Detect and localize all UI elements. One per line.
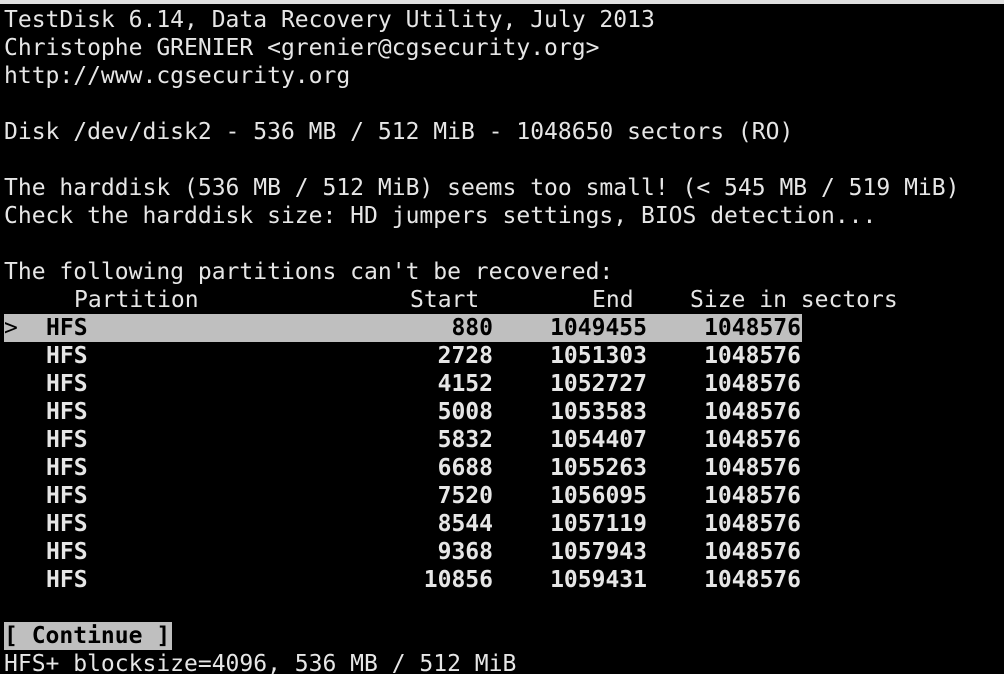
- partition-type: HFS: [46, 343, 88, 369]
- partition-size: 1048576: [704, 315, 801, 341]
- partition-end: 1056095: [550, 483, 647, 509]
- partition-start: 8544: [437, 511, 493, 537]
- partition-size: 1048576: [704, 567, 801, 593]
- partition-start: 5008: [437, 399, 493, 425]
- partition-type: HFS: [46, 315, 88, 341]
- partition-type: HFS: [46, 399, 88, 425]
- partition-size: 1048576: [704, 427, 801, 453]
- partition-size: 1048576: [704, 371, 801, 397]
- partition-end: 1053583: [550, 399, 647, 425]
- partition-type: HFS: [46, 539, 88, 565]
- website-link: http://www.cgsecurity.org: [4, 63, 351, 89]
- continue-button[interactable]: [ Continue ]: [4, 622, 173, 650]
- column-header-start: Start: [410, 287, 480, 313]
- table-row[interactable]: HFS 8544 1057119 1048576: [4, 510, 802, 538]
- author-line: Christophe GRENIER <grenier@cgsecurity.o…: [4, 35, 600, 61]
- partition-end: 1057943: [550, 539, 647, 565]
- partition-type: HFS: [46, 483, 88, 509]
- table-row[interactable]: HFS 9368 1057943 1048576: [4, 538, 802, 566]
- partition-start: 5832: [437, 427, 493, 453]
- window-top-border: [0, 0, 1004, 4]
- row-selector: >: [4, 315, 18, 341]
- size-warning: The harddisk (536 MB / 512 MiB) seems to…: [4, 175, 960, 201]
- partition-size: 1048576: [704, 343, 801, 369]
- size-hint: Check the harddisk size: HD jumpers sett…: [4, 203, 877, 229]
- partition-size: 1048576: [704, 539, 801, 565]
- partition-end: 1051303: [550, 343, 647, 369]
- table-row[interactable]: HFS 2728 1051303 1048576: [4, 342, 802, 370]
- partition-type: HFS: [46, 455, 88, 481]
- table-row[interactable]: HFS 7520 1056095 1048576: [4, 482, 802, 510]
- partition-start: 6688: [437, 455, 493, 481]
- partition-size: 1048576: [704, 511, 801, 537]
- partition-end: 1054407: [550, 427, 647, 453]
- column-header-partition: Partition: [74, 287, 199, 313]
- column-header-size: Size in sectors: [690, 287, 898, 313]
- status-line: HFS+ blocksize=4096, 536 MB / 512 MiB: [4, 651, 517, 674]
- partition-end: 1055263: [550, 455, 647, 481]
- partition-type: HFS: [46, 371, 88, 397]
- partition-start: 2728: [437, 343, 493, 369]
- partition-type: HFS: [46, 511, 88, 537]
- partition-size: 1048576: [704, 455, 801, 481]
- table-row[interactable]: HFS 6688 1055263 1048576: [4, 454, 802, 482]
- table-header: Partition Start End Size in sectors: [4, 286, 898, 314]
- partition-type: HFS: [46, 567, 88, 593]
- partition-end: 1049455: [550, 315, 647, 341]
- partition-size: 1048576: [704, 399, 801, 425]
- partition-start: 4152: [437, 371, 493, 397]
- partition-start: 880: [451, 315, 493, 341]
- partition-size: 1048576: [704, 483, 801, 509]
- terminal-window: TestDisk 6.14, Data Recovery Utility, Ju…: [0, 0, 1004, 674]
- table-row[interactable]: HFS 4152 1052727 1048576: [4, 370, 802, 398]
- partition-start: 9368: [437, 539, 493, 565]
- partition-start: 10856: [423, 567, 493, 593]
- partition-end: 1059431: [550, 567, 647, 593]
- partition-start: 7520: [437, 483, 493, 509]
- table-row[interactable]: HFS 5008 1053583 1048576: [4, 398, 802, 426]
- app-title: TestDisk 6.14, Data Recovery Utility, Ju…: [4, 7, 655, 33]
- table-row[interactable]: HFS 10856 1059431 1048576: [4, 566, 802, 594]
- column-header-end: End: [592, 287, 634, 313]
- table-row[interactable]: HFS 5832 1054407 1048576: [4, 426, 802, 454]
- disk-info: Disk /dev/disk2 - 536 MB / 512 MiB - 104…: [4, 119, 794, 145]
- table-row[interactable]: > HFS 880 1049455 1048576: [4, 314, 802, 342]
- partition-type: HFS: [46, 427, 88, 453]
- partition-end: 1057119: [550, 511, 647, 537]
- partition-end: 1052727: [550, 371, 647, 397]
- partitions-heading: The following partitions can't be recove…: [4, 259, 614, 285]
